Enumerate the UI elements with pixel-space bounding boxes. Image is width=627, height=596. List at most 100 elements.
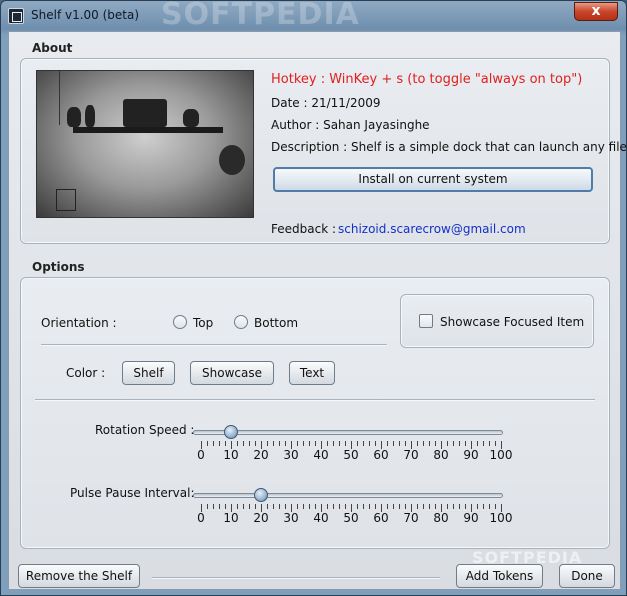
pulse-pause-tick-label: 20 [253, 511, 269, 525]
orientation-bottom-label: Bottom [254, 316, 299, 330]
rotation-speed-tick [483, 441, 484, 446]
about-photo [36, 70, 254, 218]
rotation-speed-tick-label: 20 [253, 448, 269, 462]
pulse-pause-tick [255, 504, 256, 509]
about-section-label: About [32, 41, 73, 55]
install-button[interactable]: Install on current system [273, 167, 593, 192]
pulse-pause-tick [285, 504, 286, 509]
rotation-speed-track[interactable] [193, 430, 503, 435]
pulse-pause-tick [249, 504, 250, 509]
feedback-label: Feedback : [271, 222, 337, 236]
pulse-pause-tick [327, 504, 328, 509]
rotation-speed-slider[interactable]: 0 10 20 30 40 50 60 70 80 90 100 [193, 424, 512, 474]
showcase-focused-checkbox[interactable] [419, 314, 433, 328]
pulse-pause-tick [315, 504, 316, 509]
rotation-speed-tick-label: 50 [343, 448, 359, 462]
rotation-speed-tick [363, 441, 364, 446]
rotation-speed-tick [315, 441, 316, 446]
app-icon [8, 8, 24, 24]
color-label: Color : [66, 366, 106, 380]
color-shelf-button[interactable]: Shelf [122, 361, 175, 385]
pulse-pause-tick-label: 10 [223, 511, 239, 525]
pulse-pause-track[interactable] [193, 493, 503, 498]
author-text: Author : Sahan Jayasinghe [271, 118, 430, 132]
pulse-pause-tick-label: 90 [463, 511, 479, 525]
add-tokens-button[interactable]: Add Tokens [456, 564, 543, 588]
pulse-pause-tick [495, 504, 496, 509]
rotation-speed-tick [423, 441, 424, 446]
rotation-speed-tick-label: 80 [433, 448, 449, 462]
pulse-pause-tick-label: 30 [283, 511, 299, 525]
options-divider-1 [41, 344, 387, 345]
pulse-pause-tick [405, 504, 406, 509]
rotation-speed-tick [495, 441, 496, 446]
options-section-label: Options [32, 260, 85, 274]
rotation-speed-tick [207, 441, 208, 446]
pulse-pause-thumb[interactable] [254, 488, 268, 502]
rotation-speed-tick [255, 441, 256, 446]
watermark-bottom: SOFTPEDIA [472, 548, 583, 567]
rotation-speed-tick [309, 441, 310, 446]
rotation-speed-tick [225, 441, 226, 446]
pulse-pause-tick-label: 60 [373, 511, 389, 525]
close-button[interactable]: x [574, 2, 618, 21]
rotation-speed-tick [459, 441, 460, 446]
rotation-speed-tick [369, 441, 370, 446]
showcase-focused-group: Showcase Focused Item [400, 294, 594, 348]
pulse-pause-tick [345, 504, 346, 509]
pulse-pause-tick-label: 50 [343, 511, 359, 525]
rotation-speed-tick [393, 441, 394, 446]
rotation-speed-tick [465, 441, 466, 446]
pulse-pause-tick [423, 504, 424, 509]
pulse-pause-slider[interactable]: 0 10 20 30 40 50 60 70 80 90 100 [193, 487, 512, 537]
pulse-pause-tick [267, 504, 268, 509]
title-bar[interactable]: Shelf v1.00 (beta) SOFTPEDIA x [1, 0, 626, 32]
color-showcase-button[interactable]: Showcase [190, 361, 274, 385]
rotation-speed-tick [429, 441, 430, 446]
rotation-speed-tick [399, 441, 400, 446]
pulse-pause-tick [399, 504, 400, 509]
watermark-top: SOFTPEDIA [161, 0, 360, 32]
showcase-focused-label: Showcase Focused Item [440, 315, 585, 329]
pulse-pause-tick [393, 504, 394, 509]
client-area: About Hotkey : WinKey + s (to toggle "al… [8, 31, 627, 590]
options-panel: Orientation : Top Bottom Showcase Focuse… [20, 277, 610, 549]
rotation-speed-tick [447, 441, 448, 446]
pulse-pause-tick [297, 504, 298, 509]
rotation-speed-tick [339, 441, 340, 446]
orientation-top-radio[interactable] [173, 315, 187, 329]
rotation-speed-thumb[interactable] [224, 425, 238, 439]
rotation-speed-tick [297, 441, 298, 446]
orientation-bottom-radio[interactable] [234, 315, 248, 329]
rotation-speed-tick [387, 441, 388, 446]
pulse-pause-tick [357, 504, 358, 509]
pulse-pause-tick [363, 504, 364, 509]
pulse-pause-tick [483, 504, 484, 509]
date-text: Date : 21/11/2009 [271, 96, 381, 110]
rotation-speed-tick [249, 441, 250, 446]
color-text-button[interactable]: Text [289, 361, 335, 385]
feedback-email-link[interactable]: schizoid.scarecrow@gmail.com [338, 222, 526, 236]
pulse-pause-tick [465, 504, 466, 509]
done-button[interactable]: Done [559, 564, 615, 588]
pulse-pause-tick [303, 504, 304, 509]
rotation-speed-tick [477, 441, 478, 446]
pulse-pause-tick-label: 70 [403, 511, 419, 525]
pulse-pause-tick [459, 504, 460, 509]
pulse-pause-tick-label: 100 [489, 511, 513, 525]
rotation-speed-tick-label: 40 [313, 448, 329, 462]
rotation-speed-tick-label: 70 [403, 448, 419, 462]
orientation-label: Orientation : [41, 316, 117, 330]
orientation-top-label: Top [193, 316, 214, 330]
pulse-pause-tick [219, 504, 220, 509]
description-text: Description : Shelf is a simple dock tha… [271, 140, 627, 154]
pulse-pause-tick [477, 504, 478, 509]
rotation-speed-tick-label: 60 [373, 448, 389, 462]
rotation-speed-label: Rotation Speed : [95, 423, 195, 437]
rotation-speed-tick [357, 441, 358, 446]
pulse-pause-tick [339, 504, 340, 509]
close-icon: x [591, 3, 601, 19]
pulse-pause-tick [225, 504, 226, 509]
remove-shelf-button[interactable]: Remove the Shelf [18, 564, 140, 588]
pulse-pause-tick [243, 504, 244, 509]
